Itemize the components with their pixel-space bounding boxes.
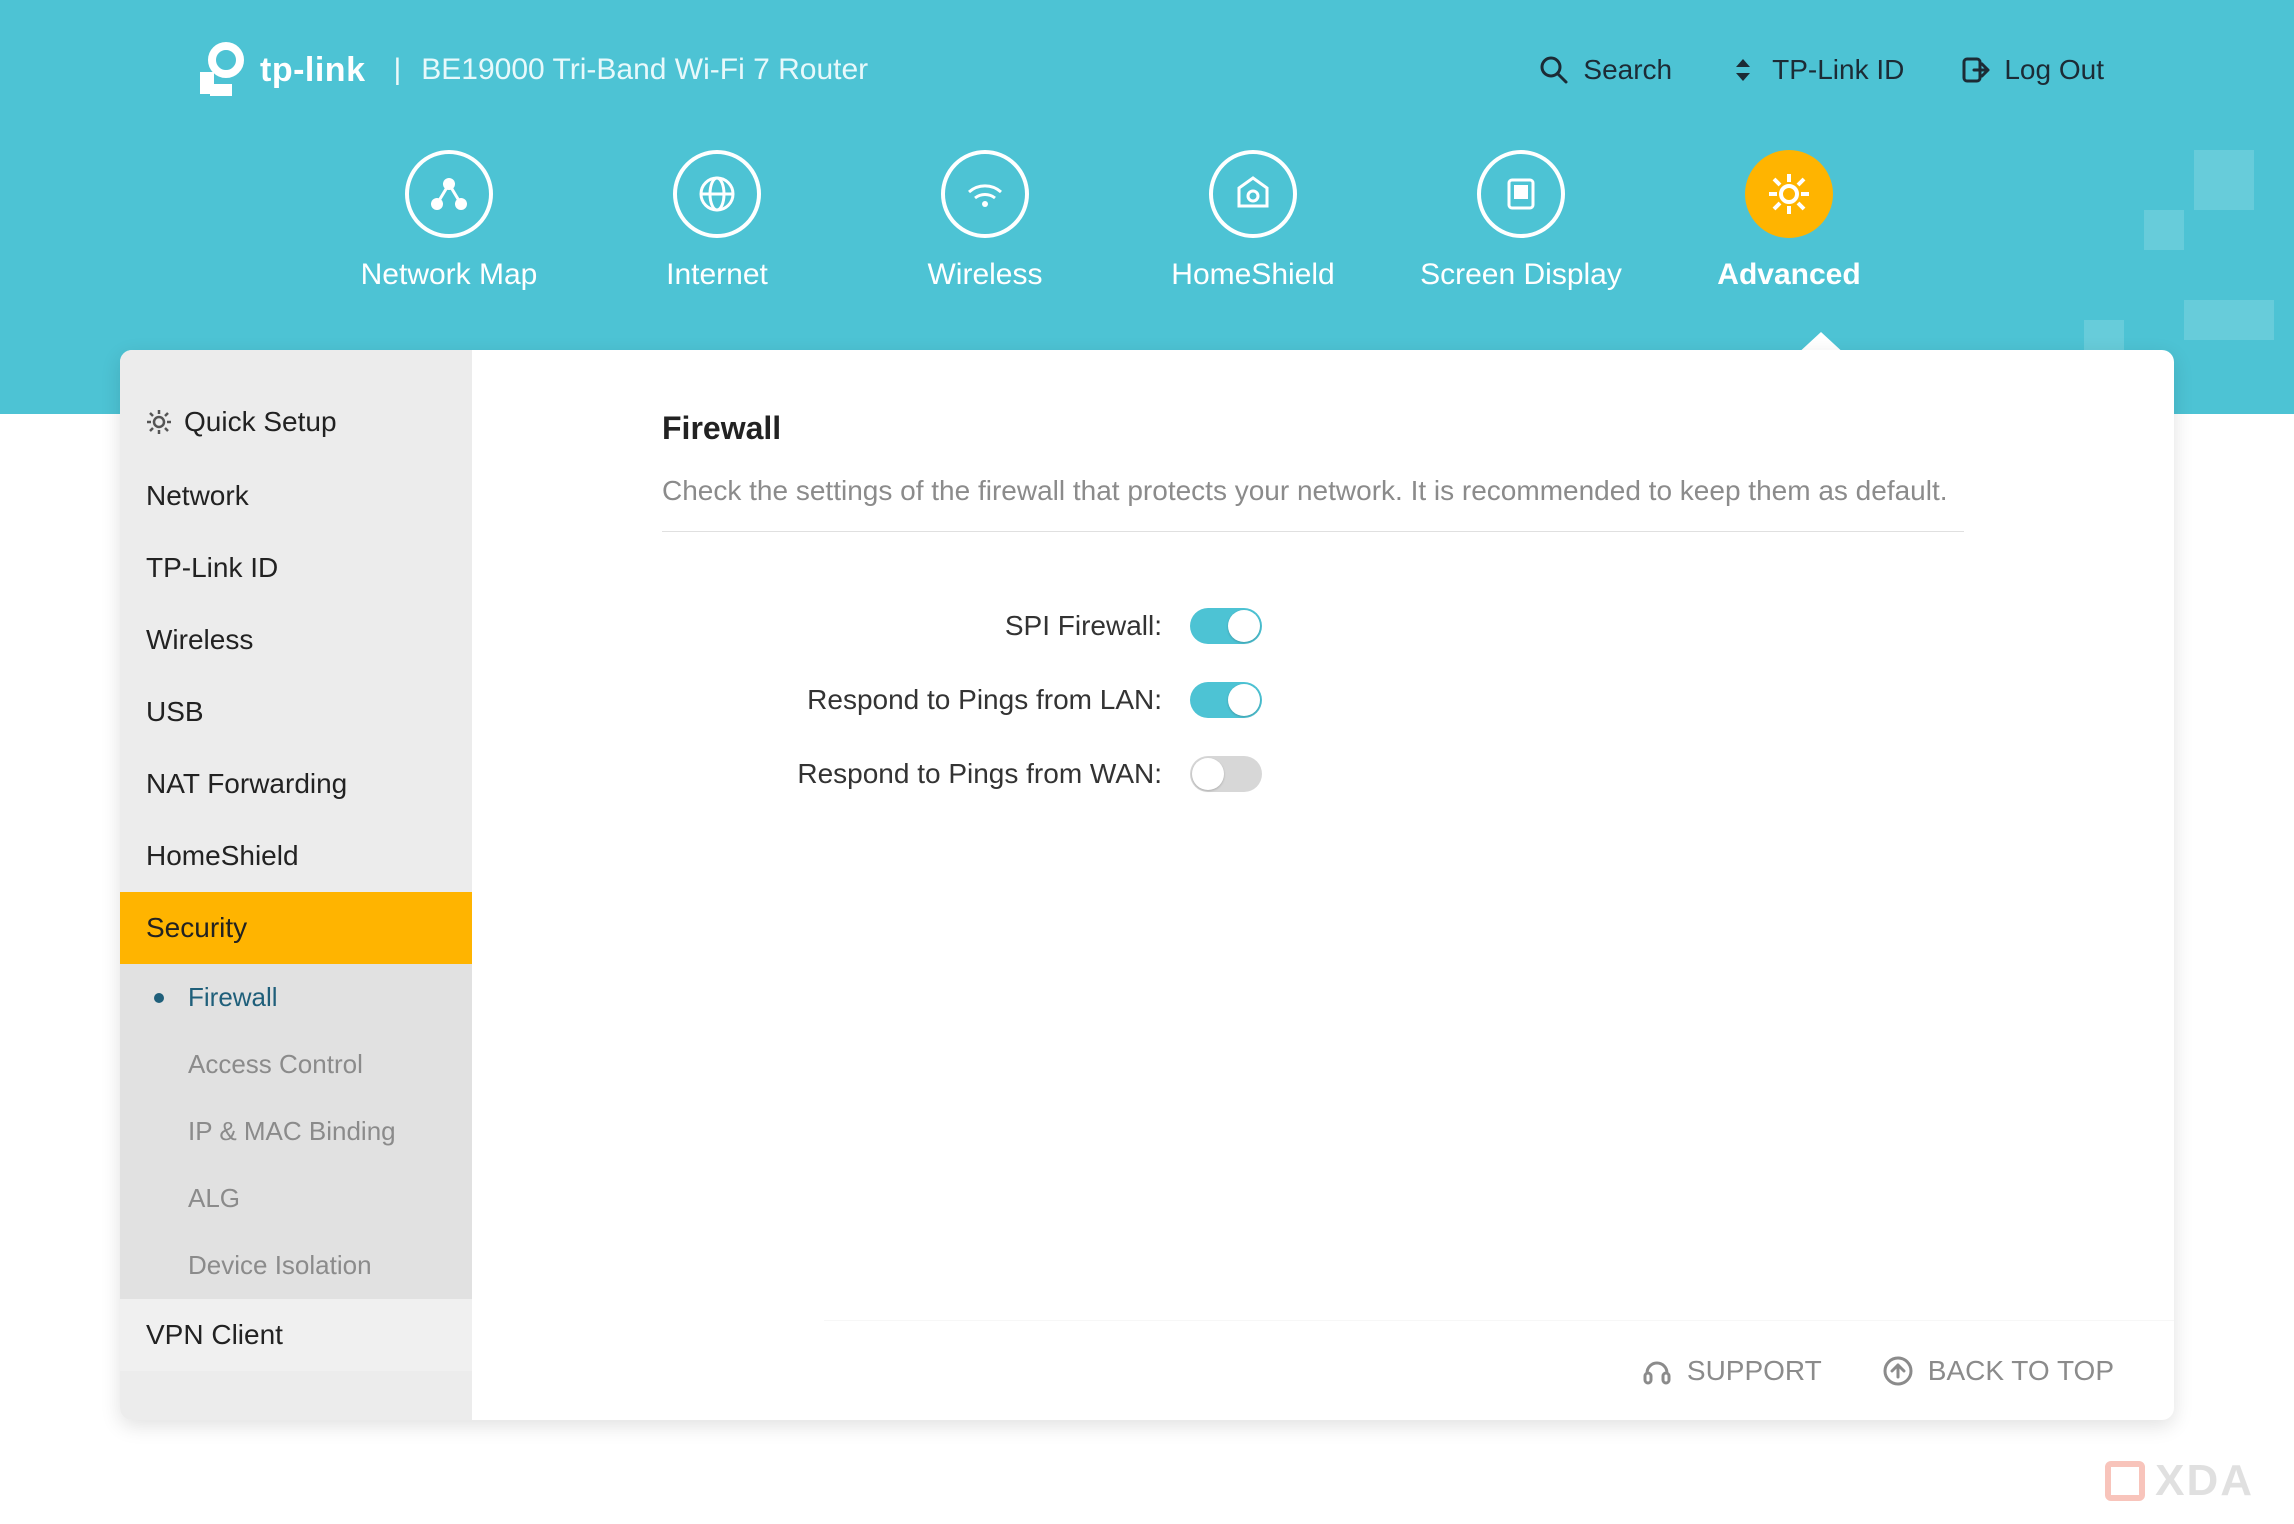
top-nav: Network Map Internet Wireless HomeShield… [315, 150, 1923, 292]
setting-ping-wan: Respond to Pings from WAN: [662, 756, 1964, 792]
nav-label: Wireless [927, 258, 1042, 292]
brand-name: tp-link [260, 51, 365, 90]
sidebar-sub-ip-mac-binding[interactable]: IP & MAC Binding [120, 1098, 472, 1165]
toggle-knob [1228, 684, 1260, 716]
nav-advanced[interactable]: Advanced [1655, 150, 1923, 292]
sidebar-item-tplink-id[interactable]: TP-Link ID [120, 532, 472, 604]
sidebar-item-label: TP-Link ID [146, 552, 278, 584]
watermark: XDA [2105, 1456, 2254, 1506]
page-description: Check the settings of the firewall that … [662, 475, 1964, 532]
network-map-icon [405, 150, 493, 238]
toggle-knob [1228, 610, 1260, 642]
nav-label: Internet [666, 258, 768, 292]
sidebar: Quick Setup Network TP-Link ID Wireless … [120, 350, 472, 1420]
sidebar-item-label: NAT Forwarding [146, 768, 347, 800]
deco-square [2194, 150, 2254, 210]
active-dot-icon [154, 993, 164, 1003]
logout-label: Log Out [2004, 54, 2104, 86]
header-row: tp-link | BE19000 Tri-Band Wi-Fi 7 Route… [190, 30, 2104, 110]
globe-icon [673, 150, 761, 238]
search-action[interactable]: Search [1539, 54, 1672, 86]
sidebar-sub-label: IP & MAC Binding [188, 1116, 396, 1147]
brand-product: BE19000 Tri-Band Wi-Fi 7 Router [421, 53, 868, 87]
sidebar-item-label: HomeShield [146, 840, 299, 872]
brand-separator: | [393, 53, 401, 87]
ping-lan-toggle[interactable] [1190, 682, 1262, 718]
sidebar-item-label: Security [146, 912, 247, 944]
logout-action[interactable]: Log Out [1960, 54, 2104, 86]
tplink-id-label: TP-Link ID [1772, 54, 1904, 86]
deco-square [2144, 210, 2184, 250]
sidebar-sub-label: Access Control [188, 1049, 363, 1080]
nav-internet[interactable]: Internet [583, 150, 851, 292]
tplink-id-action[interactable]: TP-Link ID [1728, 54, 1904, 86]
headset-icon [1641, 1355, 1673, 1387]
arrow-up-circle-icon [1882, 1355, 1914, 1387]
sidebar-item-nat-forwarding[interactable]: NAT Forwarding [120, 748, 472, 820]
deco-square [2184, 300, 2274, 340]
shield-home-icon [1209, 150, 1297, 238]
search-label: Search [1583, 54, 1672, 86]
nav-label: Advanced [1717, 258, 1860, 292]
sidebar-item-label: USB [146, 696, 204, 728]
sidebar-sub-label: Firewall [188, 982, 278, 1013]
setting-label: SPI Firewall: [662, 610, 1162, 642]
spi-firewall-toggle[interactable] [1190, 608, 1262, 644]
nav-homeshield[interactable]: HomeShield [1119, 150, 1387, 292]
toggle-knob [1192, 758, 1224, 790]
sidebar-sub-firewall[interactable]: Firewall [120, 964, 472, 1031]
support-label: SUPPORT [1687, 1355, 1822, 1387]
setting-label: Respond to Pings from LAN: [662, 684, 1162, 716]
setting-label: Respond to Pings from WAN: [662, 758, 1162, 790]
sidebar-sub-label: ALG [188, 1183, 240, 1214]
tplink-logo-icon [190, 42, 246, 98]
header-actions: Search TP-Link ID Log Out [1539, 54, 2104, 86]
sidebar-item-usb[interactable]: USB [120, 676, 472, 748]
sidebar-item-label: Quick Setup [184, 406, 337, 438]
sidebar-sub-device-isolation[interactable]: Device Isolation [120, 1232, 472, 1299]
sidebar-item-label: Network [146, 480, 249, 512]
sidebar-sub-label: Device Isolation [188, 1250, 372, 1281]
nav-wireless[interactable]: Wireless [851, 150, 1119, 292]
sidebar-item-wireless[interactable]: Wireless [120, 604, 472, 676]
sidebar-sub-alg[interactable]: ALG [120, 1165, 472, 1232]
main-card: Quick Setup Network TP-Link ID Wireless … [120, 350, 2174, 1420]
setting-spi-firewall: SPI Firewall: [662, 608, 1964, 644]
watermark-text: XDA [2155, 1456, 2254, 1506]
setting-ping-lan: Respond to Pings from LAN: [662, 682, 1964, 718]
sidebar-item-label: Wireless [146, 624, 253, 656]
gear-small-icon [146, 409, 172, 435]
settings-list: SPI Firewall: Respond to Pings from LAN:… [662, 608, 1964, 792]
sidebar-item-security[interactable]: Security [120, 892, 472, 964]
content-pane: Firewall Check the settings of the firew… [472, 350, 2174, 1420]
cloud-user-icon [1728, 55, 1758, 85]
sidebar-item-network[interactable]: Network [120, 460, 472, 532]
page-root: tp-link | BE19000 Tri-Band Wi-Fi 7 Route… [0, 0, 2294, 1524]
logout-icon [1960, 55, 1990, 85]
display-icon [1477, 150, 1565, 238]
page-title: Firewall [662, 410, 1964, 447]
back-to-top-label: BACK TO TOP [1928, 1355, 2114, 1387]
nav-network-map[interactable]: Network Map [315, 150, 583, 292]
ping-wan-toggle[interactable] [1190, 756, 1262, 792]
card-footer: SUPPORT BACK TO TOP [824, 1320, 2174, 1420]
sidebar-item-label: VPN Client [146, 1319, 283, 1351]
nav-label: HomeShield [1171, 258, 1334, 292]
back-to-top-link[interactable]: BACK TO TOP [1882, 1355, 2114, 1387]
wifi-icon [941, 150, 1029, 238]
watermark-box-icon [2105, 1461, 2145, 1501]
support-link[interactable]: SUPPORT [1641, 1355, 1822, 1387]
brand: tp-link | BE19000 Tri-Band Wi-Fi 7 Route… [190, 42, 868, 98]
nav-label: Screen Display [1420, 258, 1622, 292]
sidebar-item-vpn-client[interactable]: VPN Client [120, 1299, 472, 1371]
sidebar-item-homeshield[interactable]: HomeShield [120, 820, 472, 892]
gear-icon [1745, 150, 1833, 238]
sidebar-item-quick-setup[interactable]: Quick Setup [120, 386, 472, 460]
nav-label: Network Map [361, 258, 538, 292]
search-icon [1539, 55, 1569, 85]
nav-screen-display[interactable]: Screen Display [1387, 150, 1655, 292]
sidebar-sub-access-control[interactable]: Access Control [120, 1031, 472, 1098]
